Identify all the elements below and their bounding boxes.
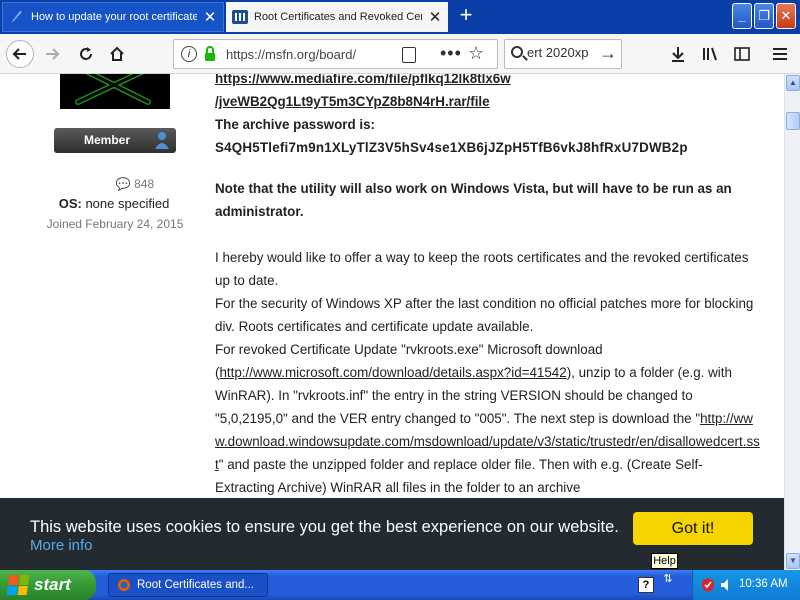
mediafire-link-line2[interactable]: /jveWB2Qg1Lt9yT5m3CYpZ8b8N4rH.rar/file bbox=[215, 94, 490, 109]
reader-view-icon[interactable] bbox=[402, 47, 416, 63]
tab-label: How to update your root certificate bbox=[31, 11, 197, 23]
windows-logo-icon bbox=[6, 575, 30, 595]
rank-badge: Member bbox=[54, 128, 176, 153]
tab-root-certificates[interactable]: Root Certificates and Revoked Certificat… bbox=[226, 2, 448, 32]
author-panel: Member 💬 848 OS: none specified Joined F… bbox=[0, 74, 210, 570]
author-os: OS: none specified bbox=[0, 196, 228, 211]
search-input[interactable] bbox=[527, 45, 597, 60]
network-icon[interactable]: ⇅ bbox=[660, 574, 676, 596]
forward-button[interactable] bbox=[38, 40, 66, 68]
hamburger-menu-icon bbox=[773, 48, 787, 60]
system-tray: 10:36 AM bbox=[692, 570, 800, 600]
post-body: https://www.mediafire.com/file/pflkq12lk… bbox=[215, 74, 760, 499]
taskbar: start Root Certificates and... ? ⇅ 10:36… bbox=[0, 570, 800, 600]
search-icon bbox=[511, 46, 523, 58]
home-button[interactable] bbox=[103, 40, 131, 68]
search-go-icon[interactable]: → bbox=[599, 43, 617, 64]
comment-icon: 💬 bbox=[115, 177, 131, 191]
sidebar-icon bbox=[734, 47, 750, 61]
post-count-value: 848 bbox=[134, 177, 155, 191]
reload-button[interactable] bbox=[72, 40, 100, 68]
library-icon bbox=[703, 47, 717, 61]
page-actions-icon[interactable]: ••• bbox=[440, 43, 462, 64]
scroll-down-button[interactable]: ▼ bbox=[786, 553, 800, 569]
start-button[interactable]: start bbox=[0, 570, 96, 600]
feather-icon bbox=[9, 9, 25, 25]
paragraph-3c: " and paste the unzipped folder and repl… bbox=[215, 457, 703, 495]
taskbar-item-firefox[interactable]: Root Certificates and... bbox=[108, 573, 268, 597]
library-button[interactable] bbox=[698, 42, 722, 66]
joined-date: Joined February 24, 2015 bbox=[46, 217, 184, 231]
back-button[interactable] bbox=[6, 40, 34, 68]
os-label: OS: bbox=[58, 196, 82, 211]
scroll-up-button[interactable]: ▲ bbox=[786, 75, 800, 91]
back-arrow-icon bbox=[12, 48, 26, 60]
forward-arrow-icon bbox=[46, 48, 60, 60]
firefox-icon bbox=[118, 579, 130, 591]
close-tab-icon[interactable]: ✕ bbox=[428, 8, 442, 26]
paragraph-1: I hereby would like to offer a way to ke… bbox=[215, 250, 749, 288]
person-icon bbox=[155, 132, 169, 149]
password-label: The archive password is: bbox=[215, 117, 376, 132]
cookie-message: This website uses cookies to ensure you … bbox=[30, 518, 619, 536]
mediafire-link-line1[interactable]: https://www.mediafire.com/file/pflkq12lk… bbox=[215, 74, 511, 86]
page-content: Member 💬 848 OS: none specified Joined F… bbox=[0, 74, 784, 570]
got-it-button[interactable]: Got it! bbox=[633, 512, 753, 545]
vista-note: Note that the utility will also work on … bbox=[215, 181, 732, 219]
msfn-icon bbox=[232, 9, 248, 25]
help-icon[interactable]: ? bbox=[638, 577, 654, 593]
rank-label: Member bbox=[84, 133, 131, 147]
downloads-button[interactable] bbox=[666, 42, 690, 66]
paragraph-2: For the security of Windows XP after the… bbox=[215, 296, 754, 334]
info-icon[interactable]: i bbox=[181, 46, 197, 62]
url-text[interactable]: https://msfn.org/board/ bbox=[226, 47, 356, 62]
close-tab-icon[interactable]: ✕ bbox=[203, 8, 217, 26]
help-tooltip: Help bbox=[651, 553, 678, 569]
security-shield-icon[interactable] bbox=[701, 577, 715, 593]
close-window-button[interactable]: ✕ bbox=[776, 3, 796, 29]
vertical-scrollbar[interactable]: ▲ ▼ bbox=[784, 74, 800, 570]
os-value: none specified bbox=[85, 196, 170, 211]
volume-icon[interactable] bbox=[719, 577, 733, 593]
lock-icon[interactable] bbox=[204, 46, 216, 62]
crossed-bones-icon bbox=[75, 74, 151, 105]
reload-icon bbox=[80, 47, 92, 60]
avatar[interactable] bbox=[60, 74, 170, 109]
taskbar-item-label: Root Certificates and... bbox=[137, 579, 254, 591]
more-info-link[interactable]: More info bbox=[30, 537, 93, 554]
tab-label: Root Certificates and Revoked Certificat… bbox=[254, 11, 422, 23]
bookmark-star-icon[interactable]: ☆ bbox=[468, 43, 484, 64]
clock: 10:36 AM bbox=[739, 578, 788, 590]
new-tab-button[interactable]: + bbox=[454, 4, 478, 28]
url-bar[interactable]: i https://msfn.org/board/ ••• ☆ bbox=[173, 39, 498, 69]
menu-button[interactable] bbox=[768, 42, 792, 66]
start-label: start bbox=[34, 575, 71, 594]
sidebar-button[interactable] bbox=[730, 42, 754, 66]
tab-strip: How to update your root certificate ✕ Ro… bbox=[0, 0, 800, 34]
tab-how-to-update[interactable]: How to update your root certificate ✕ bbox=[2, 2, 224, 32]
minimize-button[interactable]: _ bbox=[732, 3, 752, 29]
navigation-toolbar: i https://msfn.org/board/ ••• ☆ → bbox=[0, 34, 800, 74]
search-bar[interactable]: → bbox=[504, 39, 622, 69]
maximize-button[interactable]: ❐ bbox=[754, 3, 774, 29]
scroll-thumb[interactable] bbox=[786, 112, 800, 130]
download-icon bbox=[672, 47, 684, 62]
archive-password: S4QH5Tlefi7m9n1XLyTlZ3V5hSv4se1XB6jJZpH5… bbox=[215, 140, 688, 155]
home-icon bbox=[110, 46, 124, 61]
microsoft-download-link[interactable]: http://www.microsoft.com/download/detail… bbox=[219, 365, 566, 380]
